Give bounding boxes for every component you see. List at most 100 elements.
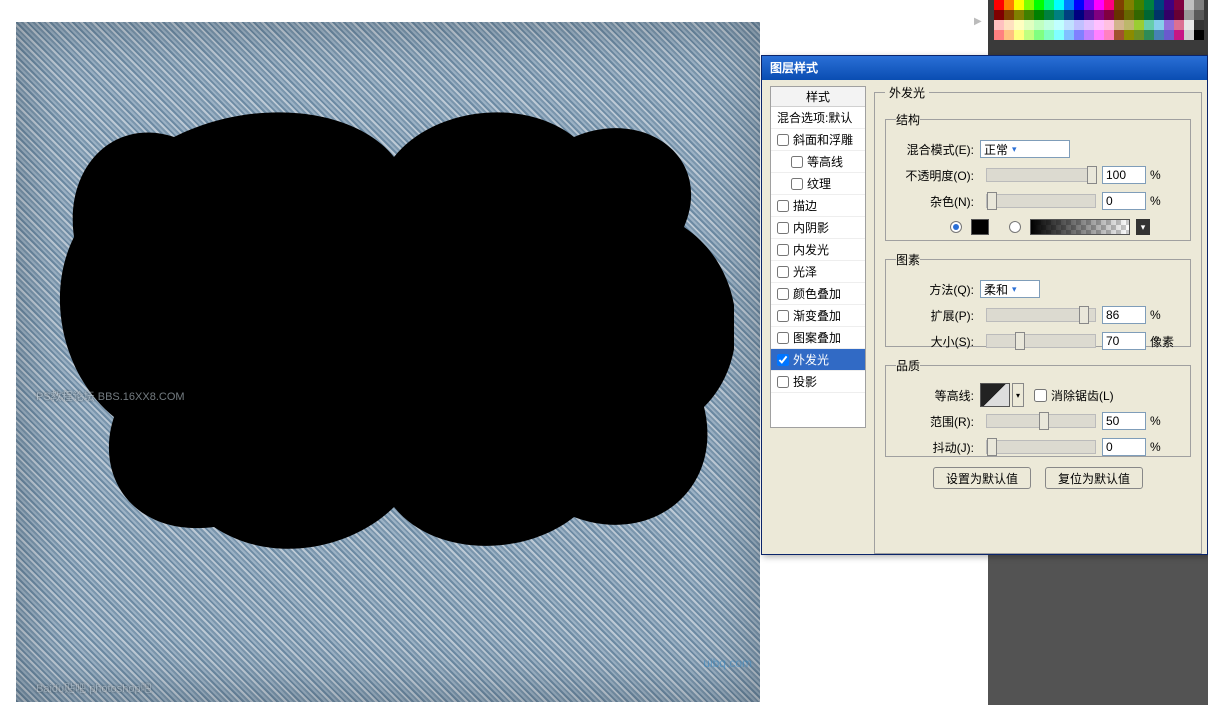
- swatch-cell[interactable]: [1174, 20, 1184, 30]
- swatch-cell[interactable]: [1174, 0, 1184, 10]
- swatch-cell[interactable]: [1024, 10, 1034, 20]
- swatch-cell[interactable]: [1084, 30, 1094, 40]
- spread-input[interactable]: [1102, 306, 1146, 324]
- swatch-cell[interactable]: [1034, 30, 1044, 40]
- swatch-cell[interactable]: [1024, 30, 1034, 40]
- style-item-checkbox[interactable]: [777, 376, 789, 388]
- swatch-cell[interactable]: [1124, 20, 1134, 30]
- swatch-cell[interactable]: [1034, 10, 1044, 20]
- swatch-cell[interactable]: [1004, 30, 1014, 40]
- range-input[interactable]: [1102, 412, 1146, 430]
- swatch-cell[interactable]: [1154, 30, 1164, 40]
- swatch-cell[interactable]: [1104, 30, 1114, 40]
- swatch-cell[interactable]: [1054, 20, 1064, 30]
- glow-color-radio[interactable]: [950, 221, 962, 233]
- jitter-slider[interactable]: [986, 440, 1096, 454]
- swatch-cell[interactable]: [1044, 30, 1054, 40]
- swatch-cell[interactable]: [1174, 10, 1184, 20]
- swatch-cell[interactable]: [1014, 10, 1024, 20]
- swatch-cell[interactable]: [1064, 10, 1074, 20]
- swatch-cell[interactable]: [1064, 0, 1074, 10]
- swatch-cell[interactable]: [1114, 0, 1124, 10]
- swatch-cell[interactable]: [1164, 30, 1174, 40]
- swatch-cell[interactable]: [1014, 0, 1024, 10]
- contour-preview[interactable]: [980, 383, 1010, 407]
- style-item-11[interactable]: 投影: [771, 371, 865, 393]
- opacity-slider[interactable]: [986, 168, 1096, 182]
- swatch-cell[interactable]: [1134, 20, 1144, 30]
- swatch-cell[interactable]: [1104, 20, 1114, 30]
- swatch-cell[interactable]: [1094, 10, 1104, 20]
- swatch-cell[interactable]: [1194, 0, 1204, 10]
- style-list-header[interactable]: 样式: [771, 87, 865, 107]
- swatch-cell[interactable]: [1064, 20, 1074, 30]
- style-item-checkbox[interactable]: [791, 156, 803, 168]
- swatch-cell[interactable]: [1004, 10, 1014, 20]
- swatch-cell[interactable]: [1174, 30, 1184, 40]
- swatch-cell[interactable]: [1134, 30, 1144, 40]
- swatch-cell[interactable]: [994, 0, 1004, 10]
- swatch-cell[interactable]: [1074, 30, 1084, 40]
- panel-expand-icon[interactable]: ▶: [974, 16, 988, 30]
- style-item-3[interactable]: 描边: [771, 195, 865, 217]
- noise-input[interactable]: [1102, 192, 1146, 210]
- swatch-cell[interactable]: [1194, 10, 1204, 20]
- swatch-cell[interactable]: [1044, 0, 1054, 10]
- swatch-cell[interactable]: [1184, 0, 1194, 10]
- swatch-cell[interactable]: [1164, 0, 1174, 10]
- swatch-cell[interactable]: [1134, 10, 1144, 20]
- jitter-input[interactable]: [1102, 438, 1146, 456]
- swatch-cell[interactable]: [1154, 20, 1164, 30]
- style-item-7[interactable]: 颜色叠加: [771, 283, 865, 305]
- style-item-6[interactable]: 光泽: [771, 261, 865, 283]
- swatch-cell[interactable]: [1004, 20, 1014, 30]
- style-item-checkbox[interactable]: [777, 332, 789, 344]
- style-item-checkbox[interactable]: [777, 200, 789, 212]
- swatch-cell[interactable]: [1054, 30, 1064, 40]
- swatch-cell[interactable]: [1014, 30, 1024, 40]
- swatch-cell[interactable]: [1034, 0, 1044, 10]
- swatch-cell[interactable]: [1194, 20, 1204, 30]
- antialias-checkbox[interactable]: [1034, 389, 1047, 402]
- swatch-cell[interactable]: [1114, 10, 1124, 20]
- swatch-cell[interactable]: [994, 10, 1004, 20]
- swatch-cell[interactable]: [1014, 20, 1024, 30]
- swatch-cell[interactable]: [1024, 20, 1034, 30]
- swatch-cell[interactable]: [1154, 10, 1164, 20]
- swatch-cell[interactable]: [1064, 30, 1074, 40]
- swatch-cell[interactable]: [1104, 0, 1114, 10]
- reset-default-button[interactable]: 复位为默认值: [1045, 467, 1143, 489]
- dialog-title-bar[interactable]: 图层样式: [762, 56, 1207, 80]
- swatch-cell[interactable]: [1144, 10, 1154, 20]
- style-item-checkbox[interactable]: [777, 354, 789, 366]
- swatch-cell[interactable]: [1194, 30, 1204, 40]
- swatch-cell[interactable]: [1094, 0, 1104, 10]
- blend-mode-select[interactable]: 正常 ▾: [980, 140, 1070, 158]
- swatch-cell[interactable]: [1094, 30, 1104, 40]
- glow-gradient-preview[interactable]: [1030, 219, 1130, 235]
- swatch-cell[interactable]: [1114, 30, 1124, 40]
- swatch-cell[interactable]: [1164, 20, 1174, 30]
- style-item-0[interactable]: 斜面和浮雕: [771, 129, 865, 151]
- swatch-cell[interactable]: [1154, 0, 1164, 10]
- swatch-cell[interactable]: [1034, 20, 1044, 30]
- swatch-cell[interactable]: [1144, 30, 1154, 40]
- swatch-cell[interactable]: [1124, 0, 1134, 10]
- style-item-checkbox[interactable]: [777, 244, 789, 256]
- style-item-2[interactable]: 纹理: [771, 173, 865, 195]
- swatch-cell[interactable]: [1124, 10, 1134, 20]
- swatch-cell[interactable]: [994, 30, 1004, 40]
- swatch-cell[interactable]: [1184, 10, 1194, 20]
- blending-options-row[interactable]: 混合选项:默认: [771, 107, 865, 129]
- swatch-cell[interactable]: [1144, 20, 1154, 30]
- style-item-checkbox[interactable]: [777, 134, 789, 146]
- swatch-cell[interactable]: [1074, 0, 1084, 10]
- swatch-cell[interactable]: [1074, 20, 1084, 30]
- swatch-cell[interactable]: [994, 20, 1004, 30]
- style-item-10[interactable]: 外发光: [771, 349, 865, 371]
- noise-slider[interactable]: [986, 194, 1096, 208]
- style-item-8[interactable]: 渐变叠加: [771, 305, 865, 327]
- style-item-5[interactable]: 内发光: [771, 239, 865, 261]
- glow-gradient-radio[interactable]: [1009, 221, 1021, 233]
- swatch-cell[interactable]: [1144, 0, 1154, 10]
